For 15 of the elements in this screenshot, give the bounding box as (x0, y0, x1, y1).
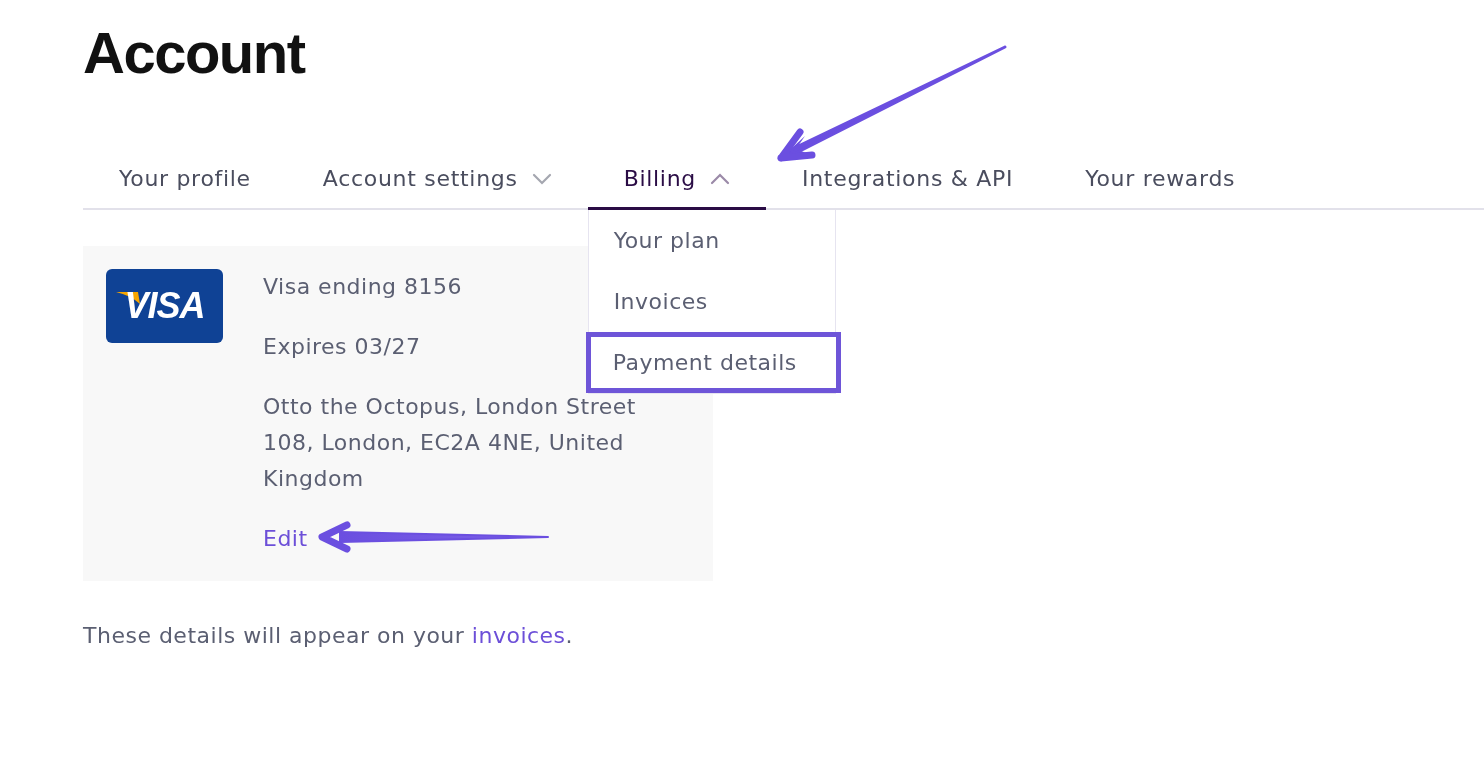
page-title: Account (83, 22, 306, 84)
tab[interactable]: Your profile (83, 166, 287, 210)
invoices-link[interactable]: invoices (471, 623, 566, 648)
card-detail: Otto the Octopus, London Street 108, London, EC2A 4NE, United Kingdom (263, 393, 637, 493)
tab[interactable]: Your rewards (1049, 166, 1272, 210)
chevron-down-icon (531, 172, 552, 185)
menu-item[interactable]: Payment details (585, 332, 841, 393)
tab[interactable]: Account settings (286, 166, 588, 210)
info-text: These details will appear on your invoices. (83, 623, 575, 648)
chevron-up-icon (710, 172, 730, 185)
tab[interactable]: Integrations & API (766, 166, 1050, 210)
card-detail: Visa ending 8156 (263, 273, 463, 301)
edit-link[interactable]: Edit (263, 526, 308, 551)
visa-logo: VISA (106, 269, 223, 343)
card-detail: Expires 03/27 (263, 333, 421, 361)
